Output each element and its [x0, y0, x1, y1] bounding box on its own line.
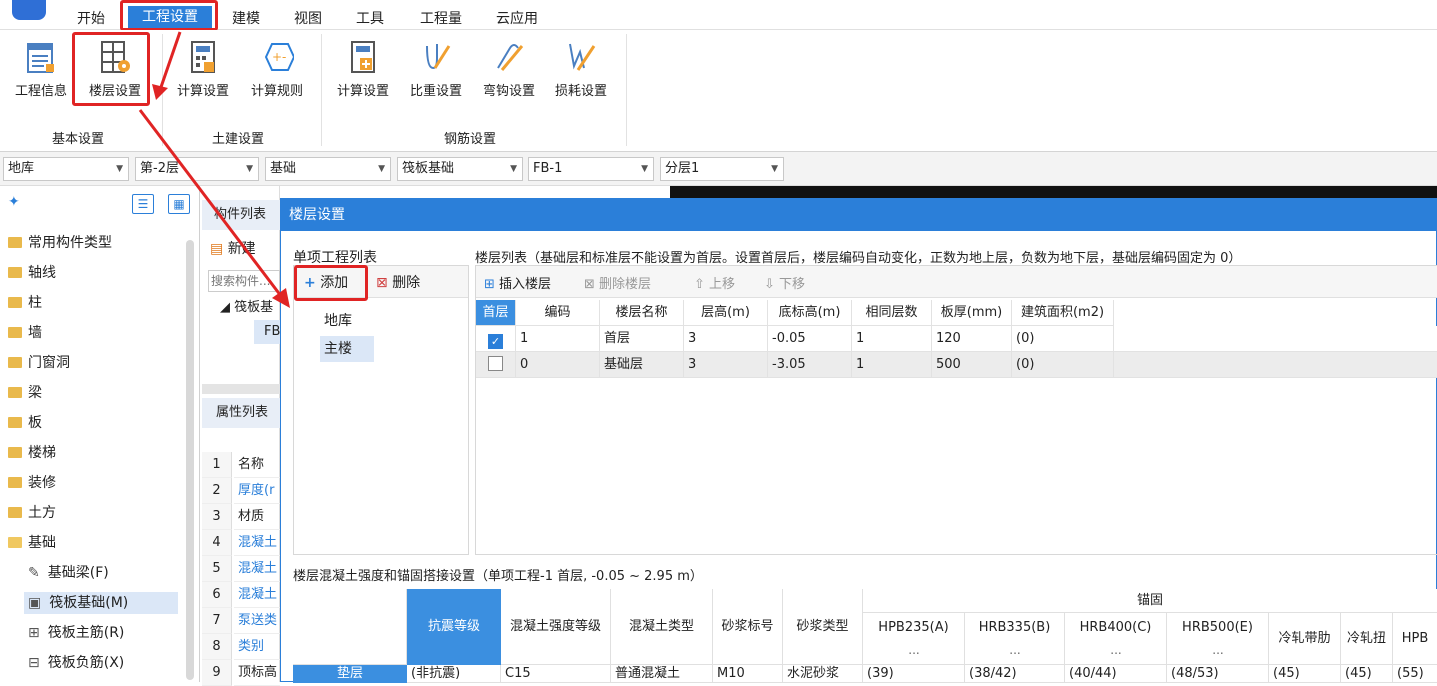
- arrow-head: [272, 288, 290, 308]
- arrow-line: [138, 109, 286, 301]
- arrow-head: [152, 84, 168, 100]
- arrow-line: [158, 31, 182, 91]
- annotation-arrows: [138, 31, 290, 308]
